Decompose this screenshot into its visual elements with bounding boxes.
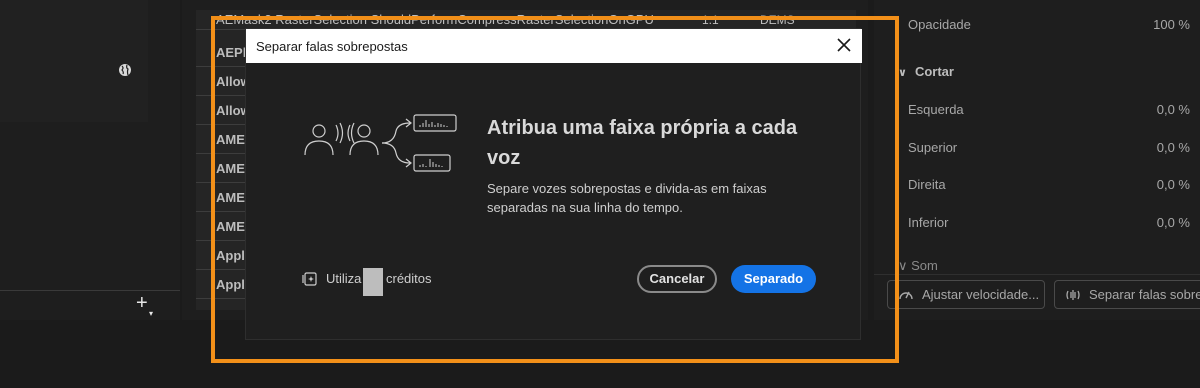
crop-right-label: Direita	[908, 177, 946, 192]
speech-separation-illustration	[304, 114, 457, 172]
crop-bottom-value[interactable]: 0,0 %	[1157, 215, 1190, 230]
separate-speech-dialog: Separar falas sobrepostas Atribua uma fa…	[245, 28, 862, 340]
list-item-label: AME	[216, 190, 245, 205]
close-icon[interactable]	[834, 35, 854, 55]
dialog-heading: Atribua uma faixa própria a cada voz	[487, 117, 798, 169]
crop-top-row[interactable]: Superior 0,0 %	[908, 140, 1200, 162]
opacity-row[interactable]: Opacidade 100 %	[908, 17, 1200, 39]
globe-icon[interactable]	[118, 63, 132, 77]
dialog-title: Separar falas sobrepostas	[256, 39, 408, 54]
credits-prefix: Utiliza	[326, 271, 362, 286]
separate-button[interactable]: Separado	[731, 265, 816, 293]
opacity-label: Opacidade	[908, 17, 971, 32]
crop-top-value[interactable]: 0,0 %	[1157, 140, 1190, 155]
list-item-label: AME	[216, 161, 245, 176]
crop-right-row[interactable]: Direita 0,0 %	[908, 177, 1200, 199]
crop-top-label: Superior	[908, 140, 958, 155]
add-button[interactable]: + ▾	[136, 293, 158, 318]
crop-left-row[interactable]: Esquerda 0,0 %	[908, 102, 1200, 124]
redacted-credit-count	[363, 268, 383, 296]
separate-speech-button[interactable]: Separar falas sobrepostas	[1054, 280, 1200, 309]
cancel-button[interactable]: Cancelar	[637, 265, 717, 293]
chevron-down-icon: ∨	[898, 67, 907, 79]
voice-separate-icon	[1066, 290, 1080, 300]
list-item-label: AEMask2 RasterSelection ShouldPerformCom…	[216, 12, 654, 27]
list-item-label: AME	[216, 219, 245, 234]
left-panel-content	[0, 0, 148, 122]
separate-speech-label: Separar falas sobrepostas	[1089, 287, 1200, 302]
list-item[interactable]: AEMask2 RasterSelection ShouldPerformCom…	[196, 10, 856, 30]
list-item-tag: DEMS	[760, 13, 795, 27]
crop-right-value[interactable]: 0,0 %	[1157, 177, 1190, 192]
list-item-label: Appl	[216, 277, 245, 292]
credits-suffix: créditos	[386, 271, 432, 286]
list-item-value: 1.1	[702, 13, 719, 27]
list-item-label: AME	[216, 132, 245, 147]
list-item-label: AEPl	[216, 45, 247, 60]
crop-left-value[interactable]: 0,0 %	[1157, 102, 1190, 117]
crop-left-label: Esquerda	[908, 102, 964, 117]
crop-section-label: Cortar	[914, 64, 954, 79]
dialog-description: Separe vozes sobrepostas e divida-as em …	[487, 181, 767, 215]
speedometer-icon	[899, 291, 913, 300]
adjust-speed-label: Ajustar velocidade...	[922, 287, 1040, 302]
audio-section-header[interactable]: ∨ Som	[898, 258, 938, 270]
crop-section-header[interactable]: ∨ Cortar	[898, 64, 954, 79]
opacity-value[interactable]: 100 %	[1153, 17, 1190, 32]
audio-section-label: Som	[911, 258, 938, 270]
properties-panel: Opacidade 100 % ∨ Cortar Esquerda 0,0 % S…	[874, 0, 1200, 320]
crop-bottom-row[interactable]: Inferior 0,0 %	[908, 215, 1200, 237]
adjust-speed-button[interactable]: Ajustar velocidade...	[887, 280, 1045, 309]
left-panel: + ▾	[0, 0, 180, 320]
credits-icon	[302, 272, 317, 286]
chevron-down-icon: ∨	[898, 258, 912, 270]
dialog-header: Separar falas sobrepostas	[246, 29, 862, 63]
list-item-label: Appl	[216, 248, 245, 263]
crop-bottom-label: Inferior	[908, 215, 949, 230]
